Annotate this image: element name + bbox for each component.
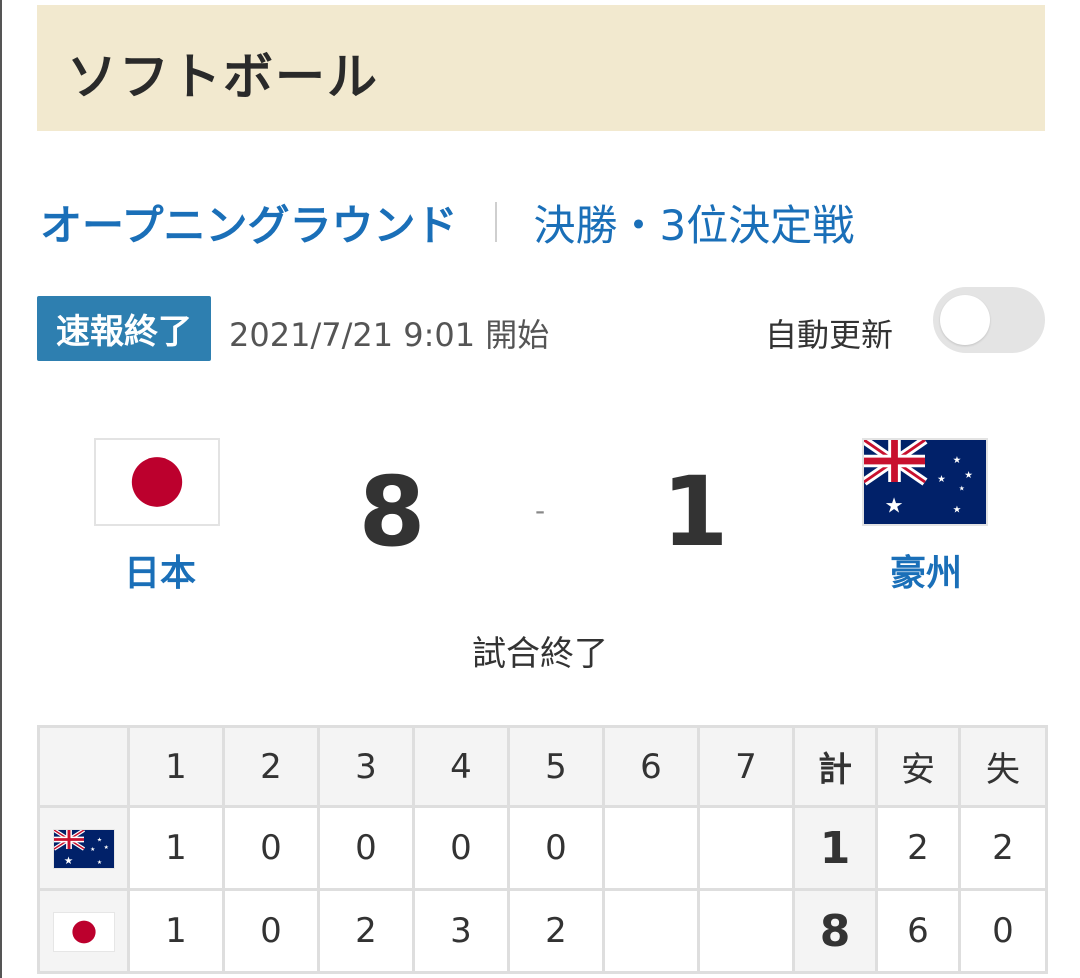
- australia-flag-icon: ★ ★ ★ ★ ★: [52, 828, 115, 869]
- tab-finals[interactable]: 決勝・3位決定戦: [533, 192, 854, 253]
- svg-text:★: ★: [937, 474, 946, 485]
- total-runs-cell: 8: [792, 888, 878, 974]
- japan-flag-icon: [52, 911, 115, 952]
- inning-cell: 0: [412, 805, 510, 891]
- inning-cell: 0: [317, 805, 415, 891]
- total-runs-cell: 1: [792, 805, 878, 891]
- linescore-header-row: 1 2 3 4 5 6 7 計 安 失: [37, 725, 1048, 808]
- away-score: 1: [661, 456, 729, 568]
- inning-cell: [697, 805, 795, 891]
- header-cell-inning-3: 3: [317, 725, 415, 808]
- home-team-name[interactable]: 日本: [80, 544, 240, 596]
- round-nav: オープニングラウンド 決勝・3位決定戦: [40, 192, 854, 252]
- nav-divider: [495, 202, 498, 242]
- linescore-row-japan: 1 0 2 3 2 8 6 0: [37, 888, 1048, 974]
- svg-text:★: ★: [884, 493, 903, 518]
- svg-text:★: ★: [103, 844, 108, 851]
- header-cell-inning-4: 4: [412, 725, 510, 808]
- linescore-row-australia: ★ ★ ★ ★ ★ 1 0 0 0 0 1 2 2: [37, 805, 1048, 891]
- game-status: 試合終了: [472, 634, 608, 674]
- header-cell-blank: [37, 725, 130, 808]
- header-cell-inning-7: 7: [697, 725, 795, 808]
- inning-cell: [697, 888, 795, 974]
- inning-cell: 0: [222, 888, 320, 974]
- linescore-table: 1 2 3 4 5 6 7 計 安 失 ★ ★ ★ ★ ★ 1 0 0 0 0 …: [37, 725, 1048, 974]
- japan-flag-icon: [94, 438, 220, 526]
- start-time: 2021/7/21 9:01 開始: [229, 316, 550, 354]
- home-score: 8: [358, 456, 426, 568]
- page-title: ソフトボール: [67, 48, 379, 106]
- australia-flag-icon: ★ ★ ★ ★ ★ ★: [862, 438, 988, 526]
- hits-cell: 6: [875, 888, 961, 974]
- svg-text:★: ★: [953, 505, 962, 516]
- errors-cell: 0: [958, 888, 1048, 974]
- inning-cell: 1: [127, 888, 225, 974]
- header-cell-errors: 失: [958, 725, 1048, 808]
- svg-text:★: ★: [96, 859, 101, 866]
- away-team-name[interactable]: 豪州: [846, 544, 1006, 596]
- inning-cell: 2: [317, 888, 415, 974]
- inning-cell: [602, 805, 700, 891]
- svg-text:★: ★: [90, 846, 95, 853]
- hits-cell: 2: [875, 805, 961, 891]
- inning-cell: [602, 888, 700, 974]
- svg-text:★: ★: [953, 455, 962, 466]
- header-cell-inning-5: 5: [507, 725, 605, 808]
- inning-cell: 0: [222, 805, 320, 891]
- score-separator: -: [534, 494, 546, 527]
- svg-text:★: ★: [964, 470, 973, 481]
- inning-cell: 2: [507, 888, 605, 974]
- toggle-knob: [940, 295, 990, 345]
- inning-cell: 0: [507, 805, 605, 891]
- header-cell-hits: 安: [875, 725, 961, 808]
- status-badge: 速報終了: [37, 296, 211, 361]
- svg-text:★: ★: [96, 836, 101, 843]
- row-flag-cell: [37, 888, 130, 974]
- header-cell-inning-1: 1: [127, 725, 225, 808]
- errors-cell: 2: [958, 805, 1048, 891]
- inning-cell: 1: [127, 805, 225, 891]
- auto-refresh-label: 自動更新: [765, 316, 894, 354]
- inning-cell: 3: [412, 888, 510, 974]
- svg-text:★: ★: [959, 485, 965, 493]
- row-flag-cell: ★ ★ ★ ★ ★: [37, 805, 130, 891]
- header-cell-inning-2: 2: [222, 725, 320, 808]
- page-left-border: [0, 0, 2, 978]
- status-row: 速報終了 2021/7/21 9:01 開始 自動更新: [37, 287, 1045, 362]
- header-cell-total: 計: [792, 725, 878, 808]
- svg-text:★: ★: [63, 855, 73, 867]
- header-cell-inning-6: 6: [602, 725, 700, 808]
- auto-refresh-toggle[interactable]: [933, 287, 1045, 353]
- tab-opening-round[interactable]: オープニングラウンド: [40, 192, 457, 253]
- sport-header: ソフトボール: [37, 5, 1045, 131]
